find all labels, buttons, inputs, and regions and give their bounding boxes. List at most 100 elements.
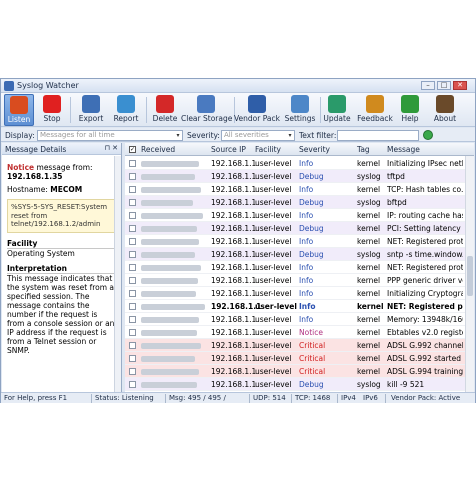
received-redacted xyxy=(141,226,197,232)
facility-value: Operating System xyxy=(7,248,75,258)
cell-source-ip: 192.168.1.1 xyxy=(211,302,262,311)
table-row[interactable]: 192.168.1.1 user-level Critical kernel ADSL … xyxy=(125,339,465,352)
cell-source-ip: 192.168.1.1 xyxy=(211,289,257,298)
col-message[interactable]: Message xyxy=(387,145,420,154)
divider xyxy=(165,394,166,403)
chevron-down-icon: ▾ xyxy=(288,132,292,139)
scroll-thumb[interactable] xyxy=(467,256,473,296)
table-row[interactable]: 192.168.1.1 user-level Debug kernel PCI: Set… xyxy=(125,222,465,235)
display-select[interactable]: Messages for all time ▾ xyxy=(37,130,183,141)
received-redacted xyxy=(141,317,199,323)
col-source-ip[interactable]: Source IP xyxy=(211,145,246,154)
table-row[interactable]: 192.168.1.1 user-level Info kernel NET: Regi… xyxy=(125,261,465,274)
col-severity[interactable]: Severity xyxy=(299,145,330,154)
minimize-button[interactable]: – xyxy=(421,81,435,90)
row-checkbox[interactable] xyxy=(129,277,136,284)
text-filter-input[interactable] xyxy=(337,130,419,141)
row-checkbox[interactable] xyxy=(129,238,136,245)
display-label: Display: xyxy=(5,131,35,140)
table-row[interactable]: 192.168.1.1 user-level Debug syslog tftpd xyxy=(125,170,465,183)
row-checkbox[interactable] xyxy=(129,173,136,180)
status-udp: UDP: 514 xyxy=(253,394,286,402)
col-tag[interactable]: Tag xyxy=(357,145,370,154)
col-received[interactable]: Received xyxy=(141,145,175,154)
maximize-button[interactable]: □ xyxy=(437,81,451,90)
table-row[interactable]: 192.168.1.1 user-level Debug syslog kill -9 … xyxy=(125,378,465,391)
table-row[interactable]: 192.168.1.1 user-level Info kernel Memory: 1… xyxy=(125,313,465,326)
table-row[interactable]: 192.168.1.1 user-level Critical kernel ADSL … xyxy=(125,365,465,378)
filter-bar: Display: Messages for all time ▾ Severit… xyxy=(1,128,475,142)
panel-body: Notice message from: 192.168.1.35 Hostna… xyxy=(2,155,121,358)
export-button[interactable]: Export xyxy=(76,94,106,126)
stop-button[interactable]: Stop xyxy=(37,94,67,126)
clear-storage-button[interactable]: Clear Storage xyxy=(181,94,232,126)
cell-facility: user-level xyxy=(255,172,292,181)
table-row[interactable]: 192.168.1.1 user-level Info kernel IP: routi… xyxy=(125,209,465,222)
row-checkbox[interactable] xyxy=(129,316,136,323)
severity-select[interactable]: All severities ▾ xyxy=(221,130,295,141)
table-row[interactable]: 192.168.1.1 user-level Info kernel Initializ… xyxy=(125,287,465,300)
feedback-button[interactable]: Feedback xyxy=(356,94,394,126)
toolbar-label: Listen xyxy=(7,115,31,124)
table-row[interactable]: 192.168.1.1 user-level Info kernel NET: Regi… xyxy=(125,235,465,248)
divider xyxy=(385,394,386,403)
grid-scrollbar[interactable] xyxy=(465,156,474,393)
row-checkbox[interactable] xyxy=(129,199,136,206)
table-row[interactable]: 192.168.1.1 user-level Info kernel PPP gener… xyxy=(125,274,465,287)
table-row[interactable]: 192.168.1.1 user-level Debug syslog sntp -s … xyxy=(125,248,465,261)
row-checkbox[interactable] xyxy=(129,160,136,167)
toolbar-label: Vendor Pack xyxy=(234,114,280,123)
cell-message: ADSL G.992 started xyxy=(387,354,461,363)
report-button[interactable]: Report xyxy=(109,94,143,126)
table-row[interactable]: 192.168.1.1 user-level Info kernel TCP: Hash… xyxy=(125,183,465,196)
panel-scrollbar[interactable] xyxy=(114,156,121,392)
table-row[interactable]: 192.168.1.1 user-level Info kernel NET: Regi… xyxy=(125,300,465,313)
cell-severity: Critical xyxy=(299,367,326,376)
cell-message: PCI: Setting latency t... xyxy=(387,224,463,233)
row-checkbox[interactable] xyxy=(129,225,136,232)
about-button[interactable]: About xyxy=(429,94,461,126)
row-checkbox[interactable] xyxy=(129,368,136,375)
row-checkbox[interactable] xyxy=(129,186,136,193)
received-redacted xyxy=(141,343,201,349)
listen-button[interactable]: Listen xyxy=(4,94,34,126)
col-facility[interactable]: Facility xyxy=(255,145,281,154)
settings-button[interactable]: Settings xyxy=(283,94,317,126)
delete-button[interactable]: Delete xyxy=(151,94,179,126)
row-checkbox[interactable] xyxy=(129,303,136,310)
toolbar-separator xyxy=(146,97,147,123)
about-icon xyxy=(436,95,454,113)
table-row[interactable]: 192.168.1.1 user-level Info kernel Initializ… xyxy=(125,157,465,170)
row-checkbox[interactable] xyxy=(129,355,136,362)
cell-message: bftpd xyxy=(387,198,407,207)
row-checkbox[interactable] xyxy=(129,251,136,258)
facility-heading: Facility xyxy=(7,239,116,249)
select-all-checkbox[interactable]: ✓ xyxy=(129,146,136,153)
raw-message: %SYS-5-SYS_RESET:System reset from telne… xyxy=(7,199,116,233)
received-redacted xyxy=(141,369,199,375)
toolbar-label: Help xyxy=(401,114,419,123)
table-row[interactable]: 192.168.1.1 user-level Debug syslog bftpd xyxy=(125,196,465,209)
hostname-value: MECOM xyxy=(50,185,83,194)
table-row[interactable]: 192.168.1.1 user-level Critical kernel ADSL … xyxy=(125,352,465,365)
help-button[interactable]: Help xyxy=(396,94,424,126)
cell-source-ip: 192.168.1.1 xyxy=(211,354,257,363)
cell-severity: Notice xyxy=(299,328,323,337)
row-checkbox[interactable] xyxy=(129,381,136,388)
row-checkbox[interactable] xyxy=(129,342,136,349)
interpretation-text: This message indicates that the system w… xyxy=(7,273,115,355)
toolbar-label: Stop xyxy=(43,114,61,123)
update-button[interactable]: Update xyxy=(321,94,353,126)
close-button[interactable]: ✕ xyxy=(453,81,467,90)
row-checkbox[interactable] xyxy=(129,212,136,219)
row-checkbox[interactable] xyxy=(129,264,136,271)
apply-filter-icon[interactable] xyxy=(423,130,433,140)
pin-close-icons[interactable]: ⊓ ✕ xyxy=(104,144,118,152)
cell-source-ip: 192.168.1.1 xyxy=(211,224,257,233)
row-checkbox[interactable] xyxy=(129,329,136,336)
vendor-pack-button[interactable]: Vendor Pack xyxy=(234,94,280,126)
table-row[interactable]: 192.168.1.1 user-level Notice kernel Ebtable… xyxy=(125,326,465,339)
cell-source-ip: 192.168.1.1 xyxy=(211,159,257,168)
row-checkbox[interactable] xyxy=(129,290,136,297)
cell-tag: syslog xyxy=(357,250,381,259)
